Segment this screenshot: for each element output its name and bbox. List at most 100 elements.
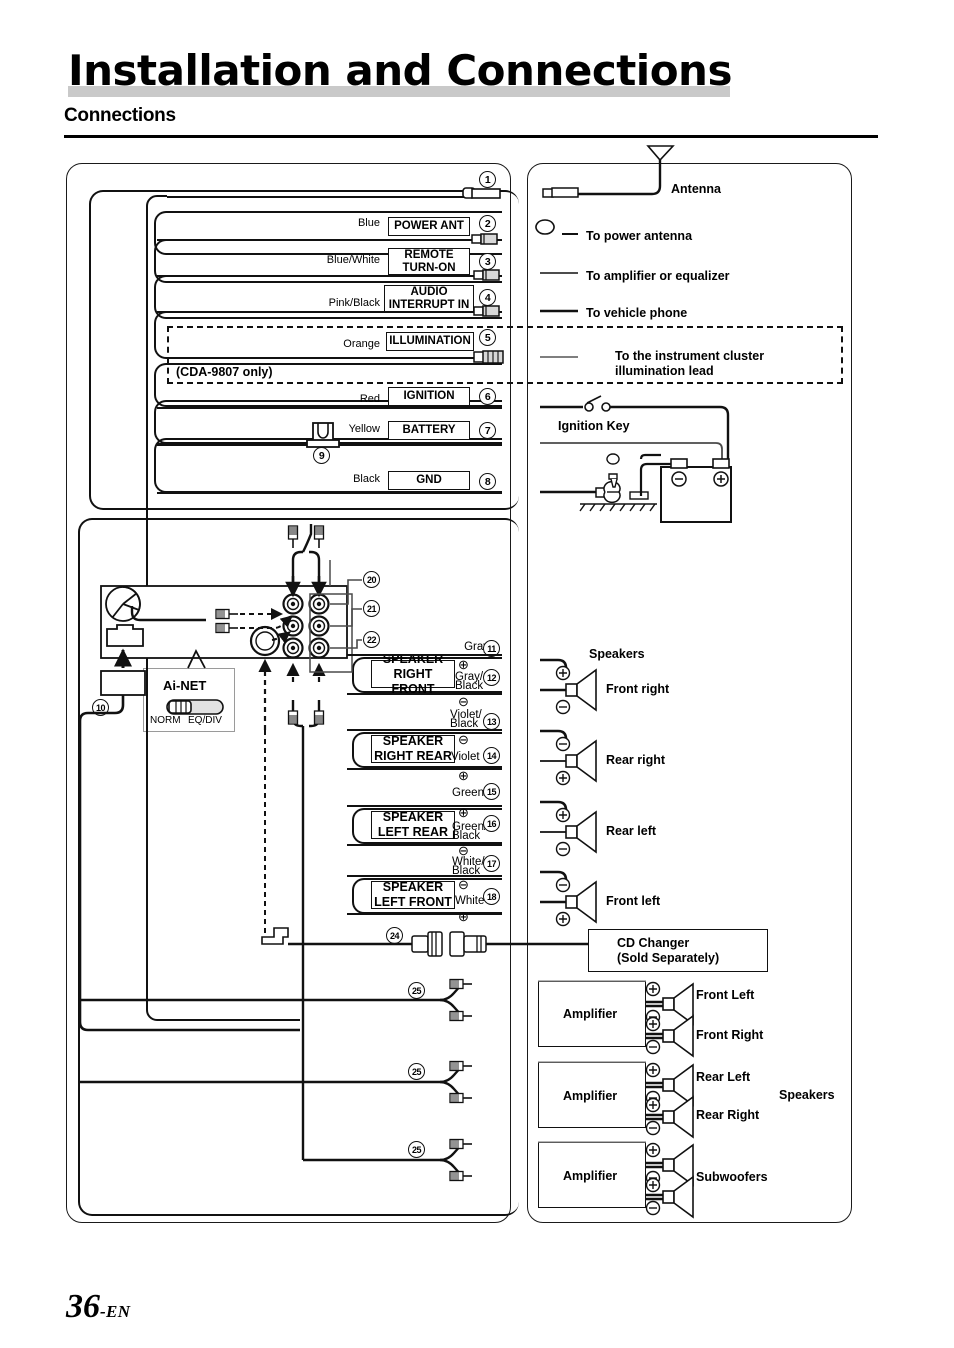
speaker-sign-minus-13: ⊖ [458, 732, 469, 747]
wire-line-3 [157, 275, 475, 277]
page-footer: 36-EN [66, 1288, 130, 1326]
speaker-sign-plus-14: ⊕ [458, 768, 469, 783]
page-header: Installation and Connections [68, 48, 878, 104]
cda9807-dash-right [841, 326, 843, 384]
speaker-number-18: 18 [483, 888, 500, 905]
right-speaker-front-right: Front right [606, 682, 670, 696]
legend-label-power-antenna: To power antenna [586, 229, 693, 243]
amp-rca-number-25-c: 25 [408, 1141, 425, 1158]
legend-cluster-line2: illumination lead [615, 364, 714, 378]
ainet-pos-eqdiv: EQ/DIV [188, 715, 222, 726]
wire-color-blue-white: Blue/White [326, 254, 380, 266]
legend-cluster-line1: To the instrument cluster [615, 349, 765, 363]
legend-label-vehicle-phone: To vehicle phone [586, 306, 688, 320]
callout-number-5: 5 [479, 329, 496, 346]
wire-color-red: Red [359, 393, 380, 405]
rca-number-21: 21 [363, 600, 380, 617]
folio-number: 36 [66, 1288, 100, 1325]
speaker-label-right-front: SPEAKER RIGHT FRONT [371, 652, 455, 696]
speaker-number-13: 13 [483, 713, 500, 730]
speaker-color-white: White [455, 895, 485, 907]
cda9807-dash-left [167, 326, 169, 384]
speaker-number-15: 15 [483, 783, 500, 800]
amp-rca-number-25-a: 25 [408, 982, 425, 999]
callout-number-8: 8 [479, 473, 496, 490]
speaker-sign-minus-12: ⊖ [458, 694, 469, 709]
ainet-pos-norm: NORM [150, 715, 181, 726]
iso-connector-number-10: 10 [92, 699, 109, 716]
wire-color-black: Black [353, 473, 380, 485]
cda9807-note: (CDA-9807 only) [176, 365, 273, 379]
amp-output-rear-left: Rear Left [696, 1070, 751, 1084]
callout-number-6: 6 [479, 388, 496, 405]
cd-changer-line2: (Sold Separately) [617, 951, 720, 965]
speaker-number-12: 12 [483, 669, 500, 686]
cd-changer-line1: CD Changer [617, 936, 690, 950]
wire-line-7 [157, 443, 502, 446]
legend-label-instrument-cluster: To the instrument cluster illumination l… [615, 349, 764, 379]
speaker-color-violet: Violet [451, 751, 480, 763]
wire-line-8 [157, 492, 502, 494]
antenna-jack-number-19: 19 [228, 630, 245, 647]
rca-number-20: 20 [363, 571, 380, 588]
section-title: Connections [64, 105, 176, 126]
legend-label-antenna: Antenna [671, 182, 721, 196]
speaker-color-gray-black: Gray/Black [455, 671, 484, 692]
wire-color-pink-black: Pink/Black [328, 297, 380, 309]
right-speaker-rear-right: Rear right [606, 753, 666, 767]
rca-number-22: 22 [363, 631, 380, 648]
wire-line-5 [167, 357, 475, 359]
amp-output-rear-right: Rear Right [696, 1108, 760, 1122]
legend-label-ignition-key: Ignition Key [558, 419, 630, 433]
wire-color-blue: Blue [357, 217, 380, 229]
speaker-label-right-rear: SPEAKER RIGHT REAR [371, 734, 455, 763]
callout-audio-interrupt: AUDIO INTERRUPT IN [384, 285, 474, 312]
page-title: Installation and Connections [68, 46, 732, 95]
legend-label-battery: Battery [675, 490, 719, 504]
amp-speakers-heading: Speakers [779, 1088, 835, 1102]
wire-line-6 [157, 407, 502, 409]
speaker-color-green: Green [452, 787, 484, 799]
speaker-sign-minus-17: ⊖ [458, 877, 469, 892]
folio-suffix: -EN [100, 1302, 131, 1321]
callout-number-3: 3 [479, 253, 496, 270]
speaker-color-green-black: Green/Black [452, 821, 488, 842]
amplifier-label-sub: Amplifier [563, 1169, 618, 1183]
callout-number-7: 7 [479, 422, 496, 439]
callout-number-1: 1 [479, 171, 496, 188]
cd-changer-number-24: 24 [386, 927, 403, 944]
section-divider [64, 135, 878, 138]
callout-gnd: GND [388, 471, 470, 490]
speaker-number-11: 11 [483, 640, 500, 657]
callout-number-4: 4 [479, 289, 496, 306]
speaker-label-left-front: SPEAKER LEFT FRONT [371, 880, 455, 909]
callout-number-9-fuse: 9 [313, 447, 330, 464]
amplifier-label-front: Amplifier [563, 1007, 618, 1021]
right-speaker-front-left: Front left [606, 894, 661, 908]
callout-number-2: 2 [479, 215, 496, 232]
callout-remote-turn-on: REMOTE TURN-ON [388, 248, 470, 275]
callout-illumination: ILLUMINATION [386, 332, 474, 351]
speaker-number-16: 16 [483, 815, 500, 832]
speaker-sign-plus-11: ⊕ [458, 657, 469, 672]
callout-battery: BATTERY [388, 421, 470, 440]
manual-page: Installation and Connections Connections… [0, 0, 954, 1348]
right-speakers-heading: Speakers [589, 647, 645, 661]
speaker-color-violet-black: Violet/Black [450, 709, 482, 730]
amplifier-label-rear: Amplifier [563, 1089, 618, 1103]
wire-line-1 [167, 196, 467, 198]
speaker-sign-plus-18: ⊕ [458, 909, 469, 924]
speaker-number-14: 14 [483, 747, 500, 764]
wire-color-yellow: Yellow [348, 423, 380, 435]
callout-ignition: IGNITION [388, 387, 470, 406]
amp-output-front-right: Front Right [696, 1028, 764, 1042]
legend-label-amplifier-equalizer: To amplifier or equalizer [586, 269, 730, 283]
amp-output-front-left: Front Left [696, 988, 755, 1002]
cd-changer-text: CD Changer (Sold Separately) [617, 936, 719, 966]
speaker-sign-plus-15: ⊕ [458, 805, 469, 820]
speaker-label-left-rear: SPEAKER LEFT REAR [371, 810, 455, 839]
amp-rca-number-25-b: 25 [408, 1063, 425, 1080]
right-speaker-rear-left: Rear left [606, 824, 657, 838]
callout-power-ant: POWER ANT [388, 217, 470, 236]
wire-line-2 [157, 239, 475, 241]
